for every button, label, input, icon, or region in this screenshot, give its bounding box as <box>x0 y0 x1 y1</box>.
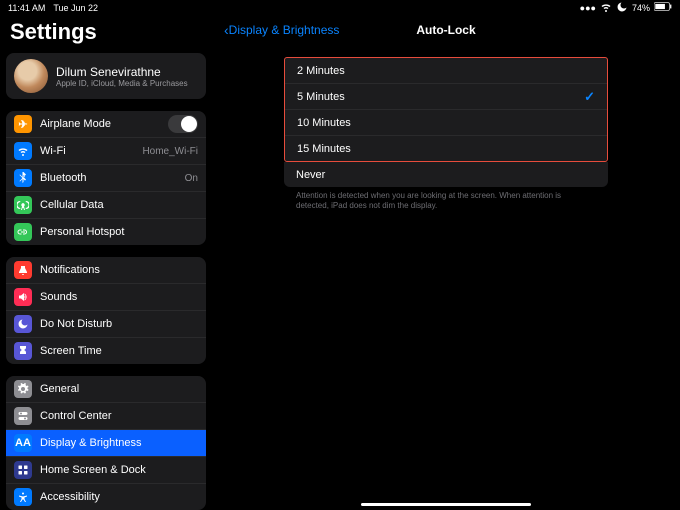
status-time: 11:41 AM <box>8 3 45 13</box>
sidebar-item-display-brightness[interactable]: AA Display & Brightness <box>6 429 206 456</box>
option-row[interactable]: 2 Minutes <box>285 58 607 83</box>
sidebar-item-screen-time[interactable]: Screen Time <box>6 337 206 364</box>
sidebar: Settings Dilum Senevirathne Apple ID, iC… <box>0 15 212 510</box>
bt-icon <box>14 169 32 187</box>
option-row[interactable]: 15 Minutes <box>285 135 607 161</box>
group-notifications: Notifications Sounds Do Not Disturb Screen … <box>6 257 206 364</box>
autolock-options-highlighted: 2 Minutes 5 Minutes ✓ 10 Minutes 15 Minutes <box>284 57 608 162</box>
option-never[interactable]: Never <box>284 162 608 187</box>
wifi-icon <box>600 1 612 15</box>
status-date: Tue Jun 22 <box>53 3 98 13</box>
sidebar-item-label: Wi-Fi <box>40 145 134 157</box>
detail-pane: ‹ Display & Brightness Auto-Lock 2 Minut… <box>212 15 680 510</box>
snd-icon <box>14 288 32 306</box>
sidebar-item-sounds[interactable]: Sounds <box>6 283 206 310</box>
AA-icon: AA <box>14 434 32 452</box>
back-label: Display & Brightness <box>229 23 340 37</box>
sidebar-item-label: Cellular Data <box>40 199 198 211</box>
sidebar-item-airplane-mode[interactable]: ✈ Airplane Mode <box>6 111 206 137</box>
sidebar-item-label: Bluetooth <box>40 172 177 184</box>
option-label: 2 Minutes <box>297 65 345 77</box>
cc-icon <box>14 407 32 425</box>
settings-title: Settings <box>10 19 202 45</box>
footer-note: Attention is detected when you are looki… <box>296 191 596 212</box>
gear-icon <box>14 380 32 398</box>
dnd-icon <box>616 1 628 15</box>
toggle[interactable] <box>168 115 198 133</box>
sidebar-item-control-center[interactable]: Control Center <box>6 402 206 429</box>
sidebar-item-label: Accessibility <box>40 491 198 503</box>
checkmark-icon: ✓ <box>584 89 595 105</box>
battery-pct: 74% <box>632 3 650 13</box>
sidebar-item-bluetooth[interactable]: Bluetooth On <box>6 164 206 191</box>
status-right: ●●● 74% <box>580 1 672 15</box>
profile-sub: Apple ID, iCloud, Media & Purchases <box>56 79 188 88</box>
sidebar-item-cellular-data[interactable]: Cellular Data <box>6 191 206 218</box>
sidebar-item-accessibility[interactable]: Accessibility <box>6 483 206 510</box>
sidebar-item-label: Notifications <box>40 264 198 276</box>
sidebar-item-label: Screen Time <box>40 345 198 357</box>
sidebar-item-do-not-disturb[interactable]: Do Not Disturb <box>6 310 206 337</box>
grid-icon <box>14 461 32 479</box>
sidebar-item-notifications[interactable]: Notifications <box>6 257 206 283</box>
back-button[interactable]: ‹ Display & Brightness <box>224 22 339 38</box>
ant-icon <box>14 196 32 214</box>
profile-name: Dilum Senevirathne <box>56 65 188 79</box>
group-general: General Control Center AA Display & Brightn… <box>6 376 206 510</box>
bell-icon <box>14 261 32 279</box>
✈-icon: ✈ <box>14 115 32 133</box>
avatar <box>14 59 48 93</box>
link-icon <box>14 223 32 241</box>
option-label: 10 Minutes <box>297 117 351 129</box>
home-indicator[interactable] <box>361 503 531 506</box>
profile-row[interactable]: Dilum Senevirathne Apple ID, iCloud, Med… <box>6 53 206 99</box>
group-connectivity: ✈ Airplane Mode Wi-Fi Home_Wi-Fi Bluetooth On… <box>6 111 206 245</box>
sidebar-item-wi-fi[interactable]: Wi-Fi Home_Wi-Fi <box>6 137 206 164</box>
sidebar-item-personal-hotspot[interactable]: Personal Hotspot <box>6 218 206 245</box>
wifi-icon <box>14 142 32 160</box>
option-label: 15 Minutes <box>297 143 351 155</box>
sidebar-item-label: Display & Brightness <box>40 437 198 449</box>
acc-icon <box>14 488 32 506</box>
sidebar-item-value: On <box>185 173 198 184</box>
moon-icon <box>14 315 32 333</box>
sidebar-item-label: General <box>40 383 198 395</box>
sidebar-item-label: Do Not Disturb <box>40 318 198 330</box>
sidebar-item-label: Home Screen & Dock <box>40 464 198 476</box>
sidebar-item-value: Home_Wi-Fi <box>142 146 198 157</box>
battery-icon <box>654 2 672 13</box>
sidebar-item-general[interactable]: General <box>6 376 206 402</box>
sidebar-item-home-screen-dock[interactable]: Home Screen & Dock <box>6 456 206 483</box>
signal-icon: ●●● <box>580 3 596 13</box>
sidebar-item-label: Sounds <box>40 291 198 303</box>
hg-icon <box>14 342 32 360</box>
sidebar-item-label: Personal Hotspot <box>40 226 198 238</box>
option-label: 5 Minutes <box>297 91 345 103</box>
sidebar-item-label: Control Center <box>40 410 198 422</box>
sidebar-item-label: Airplane Mode <box>40 118 160 130</box>
option-label: Never <box>296 169 325 181</box>
status-bar: 11:41 AM Tue Jun 22 ●●● 74% <box>0 0 680 15</box>
navbar: ‹ Display & Brightness Auto-Lock <box>224 15 668 45</box>
option-row[interactable]: 10 Minutes <box>285 109 607 135</box>
option-row[interactable]: 5 Minutes ✓ <box>285 83 607 109</box>
